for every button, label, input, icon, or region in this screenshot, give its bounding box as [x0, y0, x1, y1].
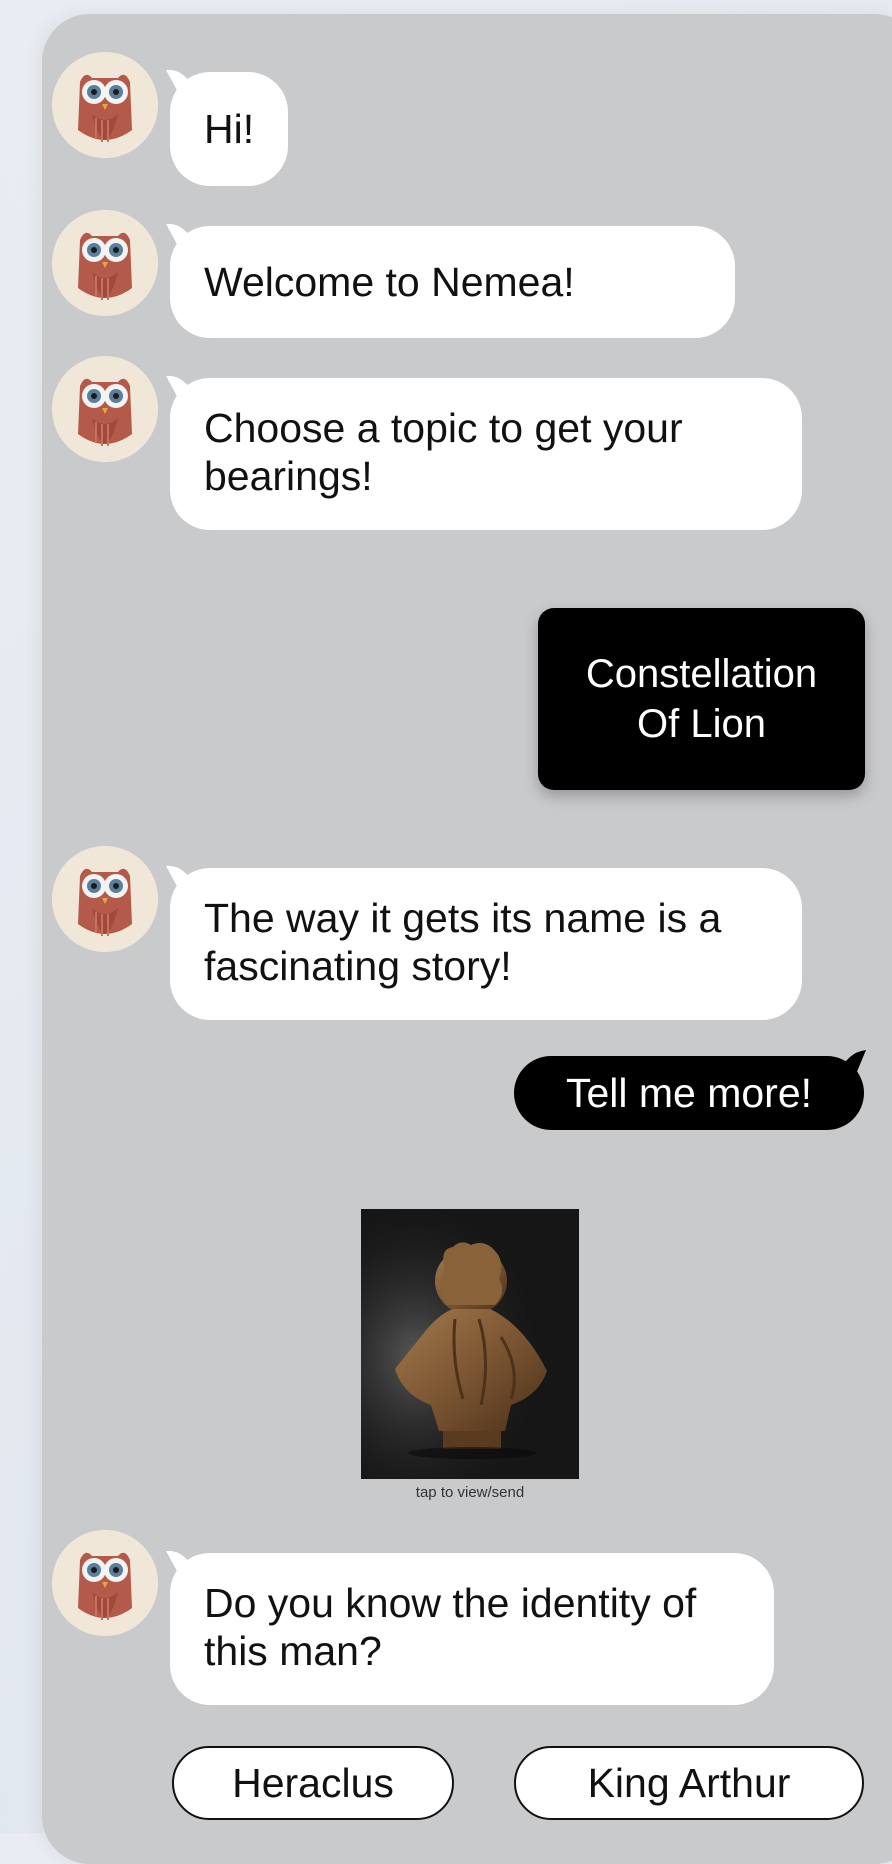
- bot-message-question: Do you know the identity of this man?: [166, 1550, 774, 1705]
- bot-message-welcome: Welcome to Nemea!: [166, 223, 735, 338]
- topic-line-2: Of Lion: [637, 702, 766, 746]
- message-text: Do you know the identity of this man?: [204, 1580, 697, 1674]
- topic-line-1: Constellation: [585, 652, 818, 696]
- user-topic-button[interactable]: Constellation Of Lion: [538, 608, 865, 790]
- bot-message-hi: Hi!: [166, 69, 288, 186]
- owl-avatar-icon: [52, 52, 158, 158]
- bubble-tail-icon: [838, 1050, 866, 1074]
- bubble-tail-icon: [166, 375, 196, 398]
- message-text: Choose a topic to get your bearings!: [204, 405, 683, 499]
- bot-message-story: The way it gets its name is a fascinatin…: [166, 865, 802, 1020]
- owl-avatar-icon: [52, 846, 158, 952]
- owl-avatar-icon: [52, 356, 158, 462]
- user-reply-text: Tell me more!: [565, 1070, 813, 1116]
- owl-avatar-icon: [52, 1530, 158, 1636]
- message-text: Welcome to Nemea!: [204, 259, 575, 305]
- bubble-tail-icon: [166, 69, 196, 92]
- bot-message-choose-topic: Choose a topic to get your bearings!: [166, 375, 802, 530]
- owl-avatar-icon: [52, 210, 158, 316]
- image-caption: tap to view/send: [415, 1484, 525, 1501]
- bubble-tail-icon: [166, 1550, 196, 1573]
- choice-button-heraclus[interactable]: Heraclus: [172, 1746, 454, 1820]
- choice-button-king-arthur[interactable]: King Arthur: [514, 1746, 864, 1820]
- bubble-tail-icon: [166, 865, 196, 888]
- bust-statue-icon: [361, 1209, 579, 1479]
- message-text: The way it gets its name is a fascinatin…: [204, 895, 722, 989]
- message-text: Hi!: [204, 106, 255, 152]
- user-reply-bubble: Tell me more!: [514, 1050, 866, 1130]
- bubble-tail-icon: [166, 223, 196, 246]
- bust-statue-image[interactable]: [361, 1209, 579, 1479]
